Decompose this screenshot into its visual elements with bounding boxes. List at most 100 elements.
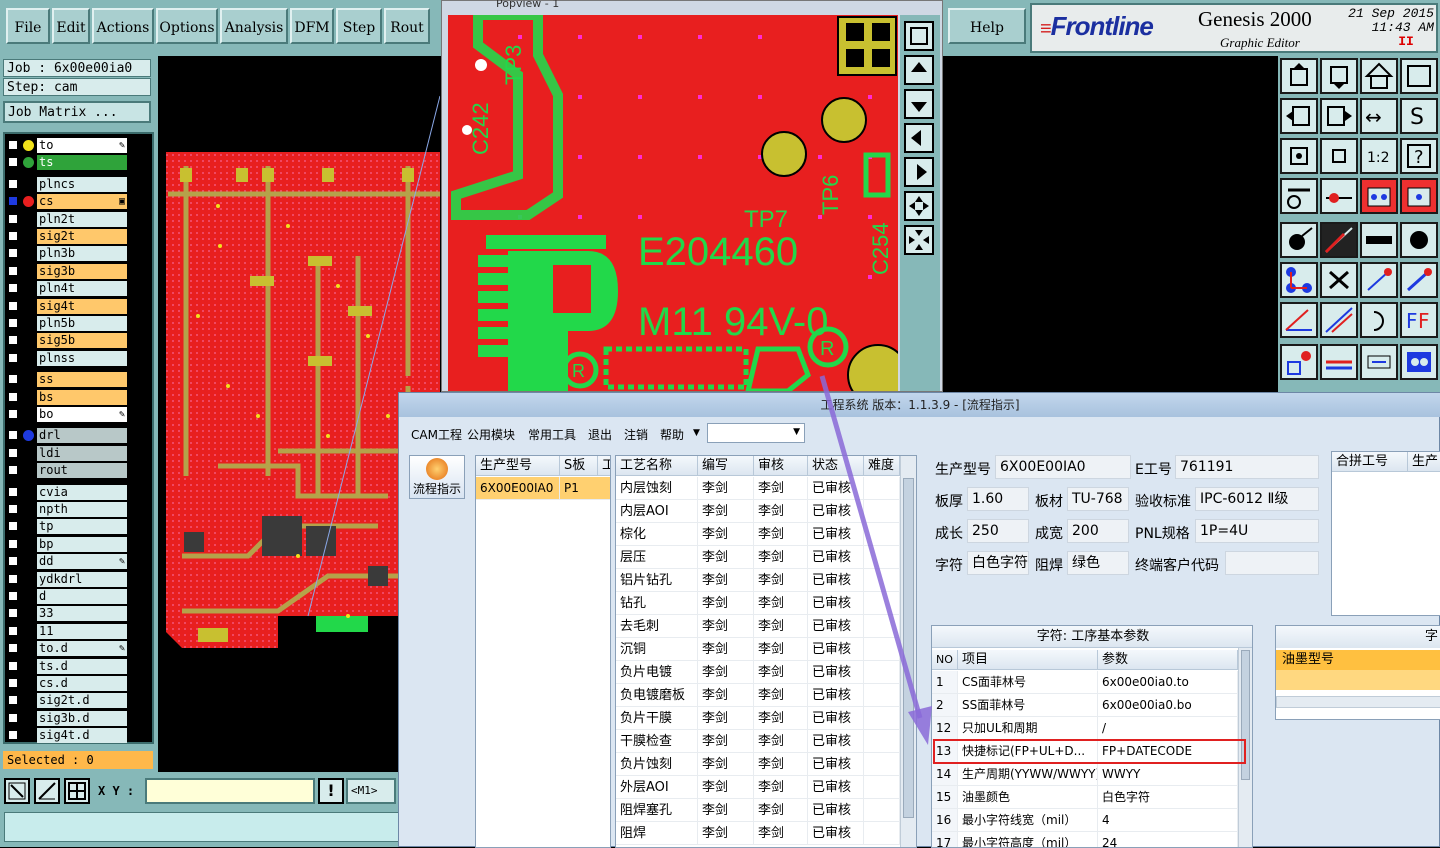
tool-home-button[interactable] — [1280, 58, 1318, 94]
process-cell[interactable]: 李剑 — [754, 638, 808, 661]
layer-name[interactable]: sig5b — [37, 332, 127, 348]
ink-grid-row[interactable] — [1276, 670, 1440, 690]
layer-name[interactable]: bo ✎ — [37, 406, 127, 422]
process-cell[interactable]: 已审核 — [808, 661, 864, 684]
char-field[interactable]: 白色字符 — [967, 551, 1029, 575]
warning-button[interactable]: ! — [318, 778, 344, 804]
process-cell[interactable] — [864, 822, 900, 845]
mask-field[interactable]: 绿色 — [1067, 551, 1129, 575]
layer-color-icon[interactable] — [23, 409, 34, 420]
process-grid-header[interactable]: 工艺名称 — [616, 456, 698, 476]
param-cell[interactable]: 4 — [1098, 809, 1238, 832]
layer-row-11[interactable]: 11 — [7, 623, 127, 639]
layer-color-icon[interactable] — [23, 266, 34, 277]
tool-flip-button[interactable]: FF — [1400, 302, 1438, 338]
layer-row-sig2t-d[interactable]: sig2t.d — [7, 692, 127, 708]
process-cell[interactable]: 李剑 — [698, 799, 754, 822]
layer-color-icon[interactable] — [23, 248, 34, 259]
process-cell[interactable]: 李剑 — [698, 684, 754, 707]
tool-help-button[interactable]: ? — [1400, 138, 1438, 174]
layer-color-icon[interactable] — [23, 156, 34, 168]
layer-row-sig2t[interactable]: sig2t — [7, 228, 127, 244]
layer-checkbox[interactable] — [7, 555, 19, 567]
process-grid[interactable]: 工艺名称 编写 审核 状态 难度 内层蚀刻 李剑 李剑 已审核 内层AOI 李剑 李剑 已审核… — [615, 455, 917, 848]
layer-color-icon[interactable] — [23, 713, 34, 724]
layer-checkbox[interactable] — [7, 317, 19, 329]
menu-rout[interactable]: Rout — [384, 8, 430, 44]
layer-row-ss[interactable]: ss — [7, 371, 127, 387]
process-cell[interactable]: 内层蚀刻 — [616, 477, 698, 500]
pnl-field[interactable]: 1P=4U — [1195, 519, 1319, 543]
layer-checkbox[interactable] — [7, 573, 19, 585]
layer-name[interactable]: to ✎ — [37, 137, 127, 153]
tool-slope-button[interactable] — [1320, 302, 1358, 338]
popview-right-button[interactable] — [904, 157, 934, 187]
layer-name[interactable]: 11 — [37, 623, 127, 639]
process-cell[interactable]: 李剑 — [698, 500, 754, 523]
tool-delete-button[interactable] — [1320, 262, 1358, 298]
layer-checkbox[interactable] — [7, 447, 19, 459]
layer-row-33[interactable]: 33 — [7, 605, 127, 621]
process-cell[interactable]: 已审核 — [808, 753, 864, 776]
process-cell[interactable]: 已审核 — [808, 592, 864, 615]
param-cell[interactable]: 17 — [932, 832, 958, 847]
menu-actions[interactable]: Actions — [92, 8, 154, 44]
scrollbar-thumb[interactable] — [903, 478, 914, 818]
param-cell[interactable]: 只加UL和周期 — [958, 717, 1098, 740]
layer-checkbox[interactable] — [7, 391, 19, 403]
param-cell[interactable]: 16 — [932, 809, 958, 832]
layer-checkbox[interactable] — [7, 590, 19, 602]
process-cell[interactable] — [864, 661, 900, 684]
merge-grid-header[interactable]: 生产 — [1408, 452, 1440, 472]
layer-checkbox[interactable] — [7, 178, 19, 190]
process-cell[interactable]: 李剑 — [698, 661, 754, 684]
client-code-field[interactable] — [1225, 551, 1319, 575]
layer-name[interactable]: to.d ✎ — [37, 640, 127, 656]
menu-dfm[interactable]: DFM — [290, 8, 334, 44]
tool-pad-button[interactable] — [1280, 222, 1318, 258]
layer-row-pln2t[interactable]: pln2t — [7, 211, 127, 227]
process-cell[interactable]: 李剑 — [698, 546, 754, 569]
process-grid-header[interactable]: 审核 — [754, 456, 808, 476]
layer-checkbox[interactable] — [7, 503, 19, 515]
process-cell[interactable] — [864, 684, 900, 707]
process-cell[interactable]: 李剑 — [698, 569, 754, 592]
process-cell[interactable]: 已审核 — [808, 707, 864, 730]
process-cell[interactable]: 李剑 — [698, 592, 754, 615]
layer-checkbox[interactable] — [7, 520, 19, 532]
layer-color-icon[interactable] — [23, 487, 34, 498]
layer-checkbox[interactable] — [7, 265, 19, 277]
layer-color-icon[interactable] — [23, 301, 34, 312]
cam-combo-box[interactable]: ▼ — [707, 423, 805, 443]
tool-pan-left-button[interactable] — [1280, 98, 1318, 134]
layer-color-icon[interactable] — [23, 318, 34, 329]
model-grid-header[interactable]: S板 — [560, 456, 598, 476]
process-grid-header[interactable]: 状态 — [808, 456, 864, 476]
model-grid[interactable]: 生产型号 S板 工 6X00E00IA0 P1 — [475, 455, 611, 848]
layer-color-icon[interactable] — [23, 521, 34, 532]
layer-name[interactable]: sig3b — [37, 263, 127, 279]
popview-up-button[interactable] — [904, 55, 934, 85]
layer-row-pln5b[interactable]: pln5b — [7, 315, 127, 331]
process-cell[interactable]: 负片干膜 — [616, 707, 698, 730]
process-cell[interactable]: 李剑 — [754, 546, 808, 569]
merge-grid-header[interactable]: 合拼工号 — [1332, 452, 1408, 472]
process-cell[interactable]: 外层AOI — [616, 776, 698, 799]
layer-row-sig5b[interactable]: sig5b — [7, 332, 127, 348]
layer-row-plncs[interactable]: plncs — [7, 176, 127, 192]
process-cell[interactable]: 阻焊塞孔 — [616, 799, 698, 822]
layer-name[interactable]: sig4t.d — [37, 727, 127, 743]
layer-row-npth[interactable]: npth — [7, 501, 127, 517]
process-cell[interactable]: 李剑 — [698, 523, 754, 546]
layer-checkbox[interactable] — [7, 334, 19, 346]
merge-grid[interactable]: 合拼工号 生产 — [1331, 451, 1440, 616]
process-cell[interactable]: 层压 — [616, 546, 698, 569]
layer-row-sig3b-d[interactable]: sig3b.d — [7, 710, 127, 726]
process-cell[interactable]: 已审核 — [808, 569, 864, 592]
model-cell[interactable]: 6X00E00IA0 — [476, 477, 560, 500]
param-cell[interactable]: 最小字符线宽（mil） — [958, 809, 1098, 832]
layer-row-pln3b[interactable]: pln3b — [7, 245, 127, 261]
popview-zoom-out-button[interactable] — [904, 191, 934, 221]
cam-menu-common-modules[interactable]: 公用模块 — [467, 426, 515, 443]
process-cell[interactable]: 李剑 — [754, 822, 808, 845]
